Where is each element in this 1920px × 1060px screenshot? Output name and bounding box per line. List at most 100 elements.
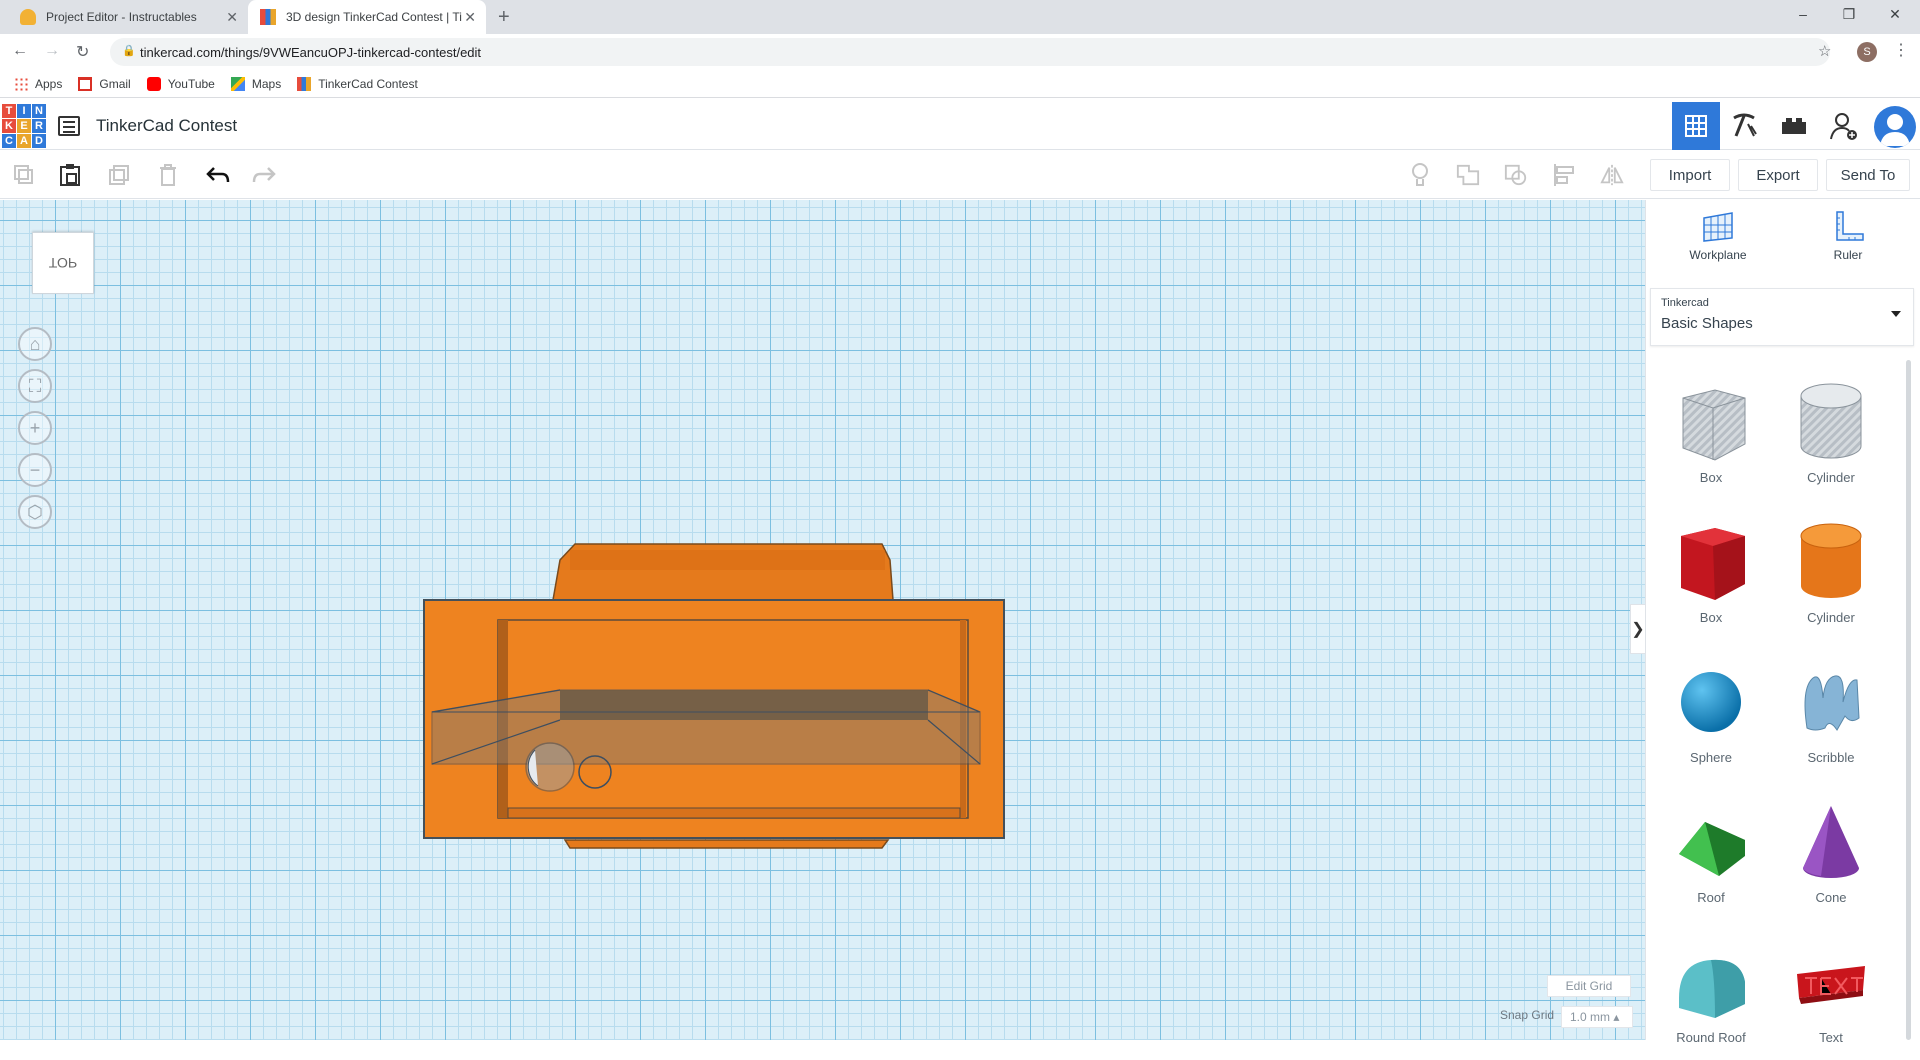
lock-icon: 🔒 xyxy=(122,45,136,57)
sphere-icon xyxy=(1681,672,1741,732)
close-window-icon[interactable]: ✕ xyxy=(1872,6,1918,23)
edit-grid-button[interactable]: Edit Grid xyxy=(1547,975,1631,997)
zoom-out-icon[interactable]: − xyxy=(18,453,52,487)
import-button[interactable]: Import xyxy=(1650,159,1730,191)
design-list-icon[interactable] xyxy=(58,116,80,136)
logo-letter: K xyxy=(2,119,16,133)
logo-letter: I xyxy=(17,104,31,118)
browser-menu-icon[interactable]: ⋮ xyxy=(1893,40,1909,60)
blocks-view-button[interactable] xyxy=(1720,102,1768,150)
shape-label: Text xyxy=(1819,1030,1843,1045)
cylinder-hole-icon xyxy=(1800,383,1862,459)
shape-roof[interactable]: Roof xyxy=(1656,790,1766,920)
user-avatar-icon[interactable] xyxy=(1874,106,1916,148)
forward-arrow-icon[interactable]: → xyxy=(44,42,60,60)
profile-avatar[interactable]: S xyxy=(1857,42,1877,62)
align-icon[interactable] xyxy=(1552,163,1576,187)
maximize-icon[interactable]: ❐ xyxy=(1826,6,1872,23)
bookmark-youtube[interactable]: YouTube xyxy=(146,76,215,91)
lightbulb-icon[interactable] xyxy=(1408,163,1432,187)
add-user-icon xyxy=(1830,113,1857,140)
bookmark-apps[interactable]: Apps xyxy=(14,76,62,91)
browser-tab-bar: Project Editor - Instructables ✕ 3D desi… xyxy=(0,0,1920,34)
orange-3d-model[interactable] xyxy=(420,540,1010,860)
copy-icon[interactable] xyxy=(12,163,36,187)
workplane-label: Workplane xyxy=(1689,248,1747,262)
shape-cylinder-hole[interactable]: Cylinder xyxy=(1776,370,1886,500)
duplicate-icon[interactable] xyxy=(107,163,131,187)
group-icon[interactable] xyxy=(1456,163,1480,187)
shape-cylinder[interactable]: Cylinder xyxy=(1776,510,1886,640)
mirror-icon[interactable] xyxy=(1600,163,1624,187)
bookmarks-bar: Apps Gmail YouTube Maps TinkerCad Contes… xyxy=(0,70,1920,98)
grid-view-icon xyxy=(1685,115,1707,137)
box-icon xyxy=(1681,528,1745,600)
snap-grid-label: Snap Grid xyxy=(1500,1008,1555,1022)
edit-toolbar xyxy=(0,151,1648,199)
home-view-icon[interactable]: ⌂ xyxy=(18,327,52,361)
shape-label: Roof xyxy=(1697,890,1725,905)
minimize-icon[interactable]: – xyxy=(1780,6,1826,22)
close-tab-icon[interactable]: ✕ xyxy=(464,9,476,26)
sidebar-scrollbar[interactable] xyxy=(1906,360,1911,1040)
ungroup-icon[interactable] xyxy=(1504,163,1528,187)
library-name: Basic Shapes xyxy=(1661,315,1753,332)
box-hole-icon xyxy=(1682,389,1746,461)
tinkercad-favicon-icon xyxy=(260,9,276,25)
youtube-icon xyxy=(146,76,161,91)
shape-label: Sphere xyxy=(1690,750,1732,765)
design-title[interactable]: TinkerCad Contest xyxy=(96,116,237,136)
logo-letter: D xyxy=(32,134,46,148)
close-tab-icon[interactable]: ✕ xyxy=(226,9,238,26)
round-roof-icon xyxy=(1679,959,1745,1018)
workplane-tool[interactable]: Workplane xyxy=(1678,210,1758,262)
tab-tinkercad[interactable]: 3D design TinkerCad Contest | Ti ✕ xyxy=(248,0,486,34)
undo-icon[interactable] xyxy=(206,163,230,187)
redo-icon[interactable] xyxy=(252,163,276,187)
shape-library-dropdown[interactable]: Tinkercad Basic Shapes xyxy=(1650,288,1914,346)
zoom-in-icon[interactable]: + xyxy=(18,411,52,445)
shape-round-roof[interactable]: Round Roof xyxy=(1656,930,1766,1060)
bookmark-maps[interactable]: Maps xyxy=(230,76,281,91)
maps-icon xyxy=(230,76,245,91)
tab-title: 3D design TinkerCad Contest | Ti xyxy=(286,10,462,24)
bookmark-star-icon[interactable]: ☆ xyxy=(1818,42,1831,60)
library-category: Tinkercad xyxy=(1661,297,1709,309)
workplane-canvas[interactable]: TOP ⌂ ⛶ + − ⬡ ❯ Edit Grid Snap Grid 1.0 … xyxy=(0,200,1646,1040)
address-bar[interactable]: 🔒 tinkercad.com/things/9VWEancuOPJ-tinke… xyxy=(110,38,1830,66)
shape-label: Cylinder xyxy=(1807,470,1855,485)
shape-box-hole[interactable]: Box xyxy=(1656,370,1766,500)
3d-design-view-button[interactable] xyxy=(1672,102,1720,150)
export-button[interactable]: Export xyxy=(1738,159,1818,191)
bookmark-gmail[interactable]: Gmail xyxy=(78,76,131,91)
paste-icon[interactable] xyxy=(58,163,82,187)
view-cube[interactable]: TOP xyxy=(32,232,94,294)
new-tab-plus-icon[interactable]: + xyxy=(498,6,510,29)
tab-instructables[interactable]: Project Editor - Instructables ✕ xyxy=(8,0,248,34)
apps-grid-icon xyxy=(14,76,28,91)
shape-cone[interactable]: Cone xyxy=(1776,790,1886,920)
collapse-panel-chevron-icon[interactable]: ❯ xyxy=(1630,604,1646,654)
send-to-button[interactable]: Send To xyxy=(1826,159,1910,191)
logo-letter: E xyxy=(17,119,31,133)
shape-box[interactable]: Box xyxy=(1656,510,1766,640)
ruler-tool[interactable]: Ruler xyxy=(1808,210,1888,262)
logo-letter: R xyxy=(32,119,46,133)
delete-icon[interactable] xyxy=(156,163,180,187)
shapes-sidebar: Workplane Ruler Tinkercad Basic Shapes B… xyxy=(1645,200,1920,1045)
bricks-view-button[interactable] xyxy=(1770,102,1818,150)
snap-grid-select[interactable]: 1.0 mm ▴ xyxy=(1561,1006,1633,1028)
shape-scribble[interactable]: Scribble xyxy=(1776,650,1886,780)
tinkercad-favicon-icon xyxy=(297,76,312,91)
invite-user-button[interactable] xyxy=(1820,102,1868,150)
shape-text[interactable]: Text xyxy=(1776,930,1886,1060)
ortho-view-icon[interactable]: ⬡ xyxy=(18,495,52,529)
shape-sphere[interactable]: Sphere xyxy=(1656,650,1766,780)
back-arrow-icon[interactable]: ← xyxy=(12,42,28,60)
reload-icon[interactable]: ↻ xyxy=(76,42,89,62)
tinkercad-logo[interactable]: TIN KER CAD xyxy=(2,104,46,148)
workplane-icon xyxy=(1703,212,1733,242)
tab-title: Project Editor - Instructables xyxy=(46,10,197,24)
fit-view-icon[interactable]: ⛶ xyxy=(18,369,52,403)
bookmark-tinkercad[interactable]: TinkerCad Contest xyxy=(297,76,418,91)
